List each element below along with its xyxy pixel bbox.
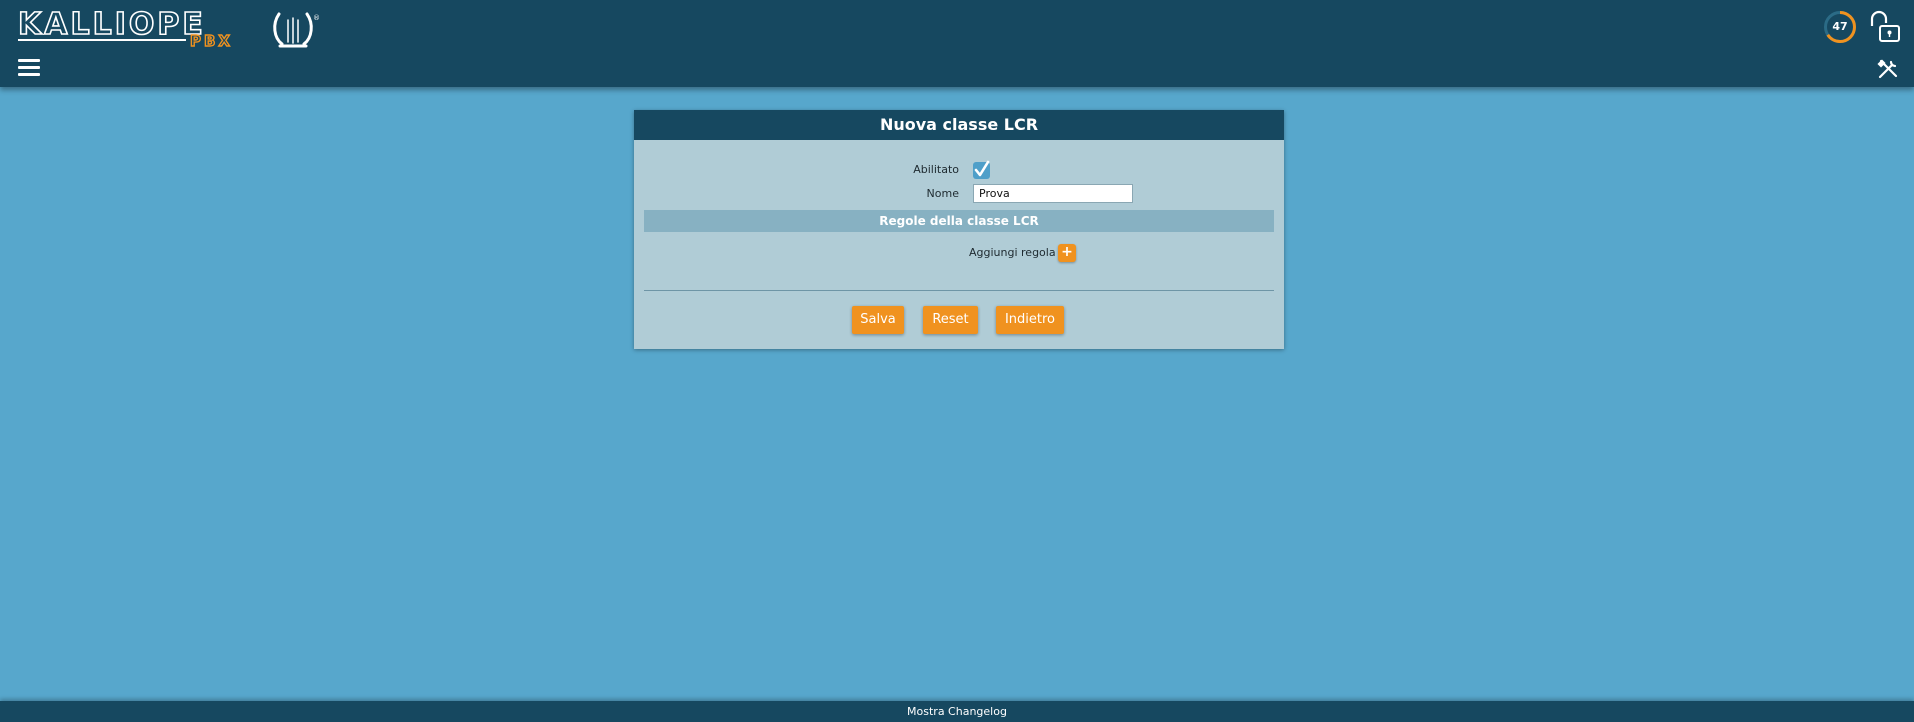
back-button[interactable]: Indietro (996, 306, 1064, 334)
name-row: Nome (634, 184, 1284, 204)
show-changelog-bar[interactable]: Mostra Changelog (0, 701, 1914, 722)
name-label: Nome (926, 187, 959, 200)
checkmark-icon (974, 160, 990, 177)
session-timer-icon: 47 (1823, 10, 1857, 44)
top-header: KALLIOPE PBX ® 47 (0, 0, 1914, 87)
logo-text: KALLIOPE (18, 8, 206, 42)
add-rule-label: Aggiungi regola (969, 246, 1056, 259)
enabled-label: Abilitato (913, 163, 959, 176)
logo-subtext: PBX (190, 32, 233, 50)
unlocked-padlock-icon[interactable] (1868, 10, 1902, 44)
svg-text:®: ® (313, 14, 320, 22)
panel-title: Nuova classe LCR (634, 110, 1284, 140)
kalliope-pbx-logo: KALLIOPE PBX ® (18, 8, 320, 51)
name-input[interactable] (973, 184, 1133, 203)
rules-section-header: Regole della classe LCR (644, 210, 1274, 232)
enabled-row: Abilitato (634, 160, 1284, 180)
hamburger-menu-icon[interactable] (18, 58, 40, 76)
add-rule-button[interactable]: + (1058, 244, 1076, 262)
session-timer-value: 47 (1832, 20, 1848, 33)
save-button[interactable]: Salva (852, 306, 904, 334)
divider (644, 290, 1274, 291)
enabled-checkbox[interactable] (973, 160, 990, 179)
new-lcr-class-panel: Nuova classe LCR Abilitato Nome Regole d… (634, 110, 1284, 349)
reset-button[interactable]: Reset (923, 306, 978, 334)
tools-icon[interactable] (1877, 58, 1899, 80)
